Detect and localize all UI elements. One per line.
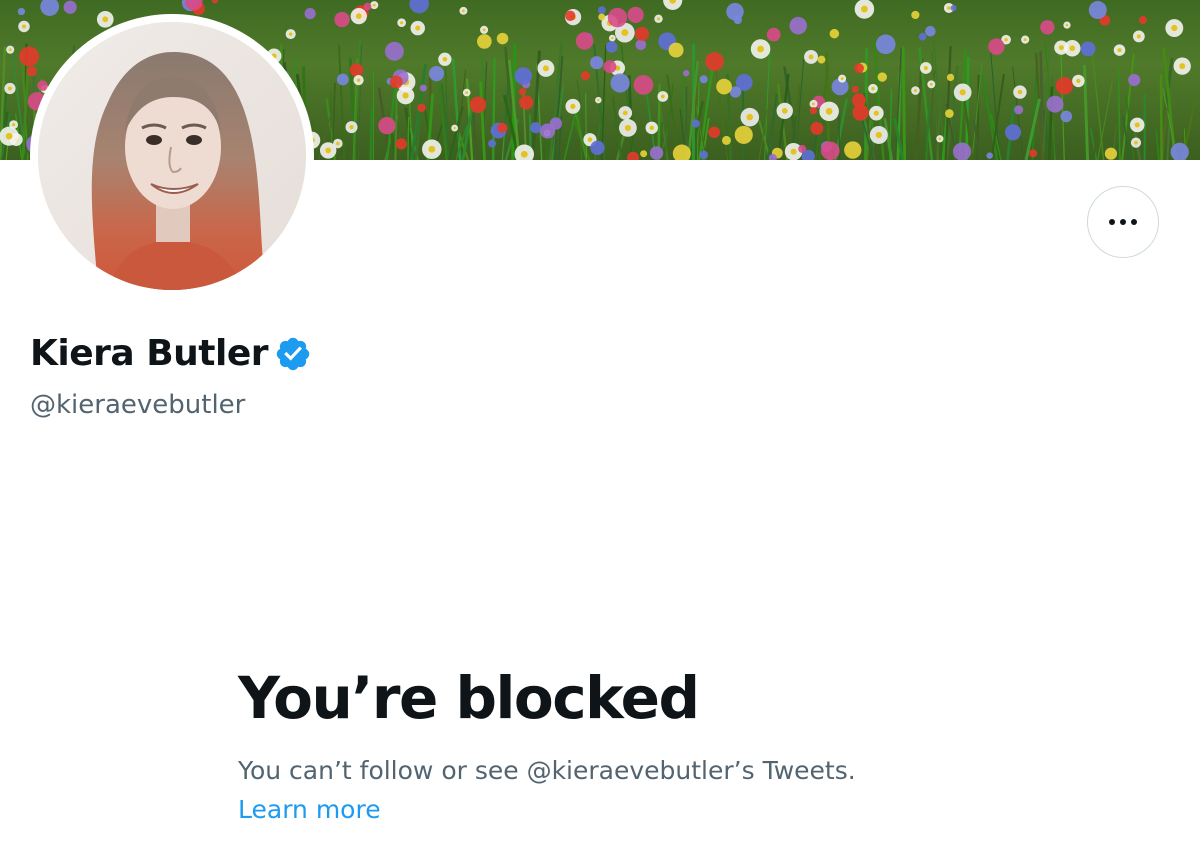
profile-page: Kiera Butler @kieraevebutler You’re bloc… (0, 0, 1200, 846)
profile-handle: @kieraevebutler (30, 390, 246, 420)
blocked-message: You can’t follow or see @kieraevebutler’… (238, 756, 856, 785)
more-horizontal-icon (1109, 219, 1137, 225)
more-options-button[interactable] (1087, 186, 1159, 258)
verified-badge-icon[interactable] (274, 335, 312, 373)
profile-name-row: Kiera Butler (30, 332, 312, 376)
profile-display-name: Kiera Butler (30, 333, 269, 374)
learn-more-link[interactable]: Learn more (238, 792, 381, 828)
profile-avatar[interactable] (30, 14, 314, 298)
avatar-photo (38, 22, 306, 290)
blocked-title: You’re blocked (238, 664, 700, 732)
